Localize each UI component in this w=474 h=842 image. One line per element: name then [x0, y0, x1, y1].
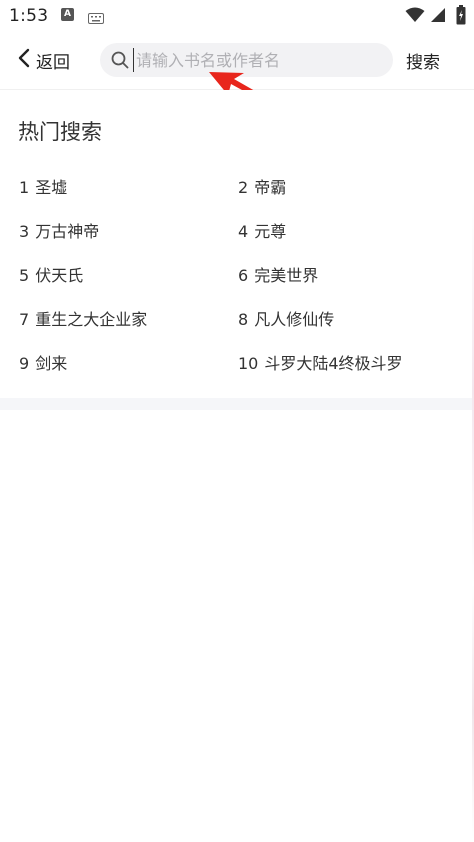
hot-search-label: 重生之大企业家	[35, 310, 148, 329]
hot-search-item-9[interactable]: 9 剑来	[19, 350, 67, 374]
hot-search-rank: 1	[19, 178, 30, 197]
hot-search-label: 完美世界	[254, 266, 319, 285]
hot-search-label: 剑来	[35, 354, 68, 373]
hot-search-rank: 2	[238, 178, 249, 197]
hot-search-item-10[interactable]: 10 斗罗大陆4终极斗罗	[238, 350, 403, 374]
search-button[interactable]: 搜索	[406, 48, 440, 73]
hot-search-item-5[interactable]: 5 伏天氏	[19, 262, 83, 286]
wifi-icon	[405, 7, 425, 27]
battery-icon	[456, 5, 466, 29]
hot-search-rank: 9	[19, 354, 30, 373]
hot-search-item-7[interactable]: 7 重生之大企业家	[19, 306, 147, 330]
hot-search-item-2[interactable]: 2 帝霸	[238, 174, 286, 198]
hot-search-label: 凡人修仙传	[254, 310, 335, 329]
a-badge-icon: A	[61, 8, 74, 21]
search-icon	[110, 50, 130, 70]
status-bar: 1:53 A	[0, 0, 474, 32]
hot-search-section: 热门搜索 1 圣墟 2 帝霸 3 万古神帝 4 元尊 5 伏天氏 6 完美世界 7 重生之大企…	[0, 90, 474, 398]
hot-search-label: 圣墟	[35, 178, 68, 197]
hot-search-rank: 10	[238, 354, 259, 373]
hot-search-rank: 4	[238, 222, 249, 241]
hot-search-rank: 8	[238, 310, 249, 329]
back-label: 返回	[36, 52, 70, 73]
hot-search-label: 元尊	[254, 222, 287, 241]
hot-search-rank: 6	[238, 266, 249, 285]
hot-search-label: 万古神帝	[35, 222, 100, 241]
hot-search-label: 斗罗大陆4终极斗罗	[264, 354, 403, 373]
keyboard-icon	[88, 9, 104, 28]
search-input[interactable]	[133, 48, 393, 72]
app-screen: 1:53 A 返回 请输入书名或作者名 搜索 热门搜索 1 圣墟 2 帝霸 3 …	[0, 0, 474, 842]
search-box[interactable]	[100, 43, 393, 77]
cell-signal-icon	[430, 7, 446, 27]
hot-search-rank: 7	[19, 310, 30, 329]
hot-search-title: 热门搜索	[18, 120, 102, 144]
hot-search-rank: 5	[19, 266, 30, 285]
hot-search-item-1[interactable]: 1 圣墟	[19, 174, 67, 198]
hot-search-label: 帝霸	[254, 178, 287, 197]
back-button[interactable]: 返回	[18, 44, 70, 76]
chevron-left-icon	[18, 48, 30, 72]
hot-search-rank: 3	[19, 222, 30, 241]
hot-search-label: 伏天氏	[35, 266, 84, 285]
status-time: 1:53	[9, 6, 49, 26]
search-header: 返回 搜索	[0, 32, 474, 90]
section-divider	[0, 398, 474, 410]
hot-search-item-8[interactable]: 8 凡人修仙传	[238, 306, 334, 330]
hot-search-item-6[interactable]: 6 完美世界	[238, 262, 318, 286]
hot-search-item-3[interactable]: 3 万古神帝	[19, 218, 99, 242]
hot-search-item-4[interactable]: 4 元尊	[238, 218, 286, 242]
